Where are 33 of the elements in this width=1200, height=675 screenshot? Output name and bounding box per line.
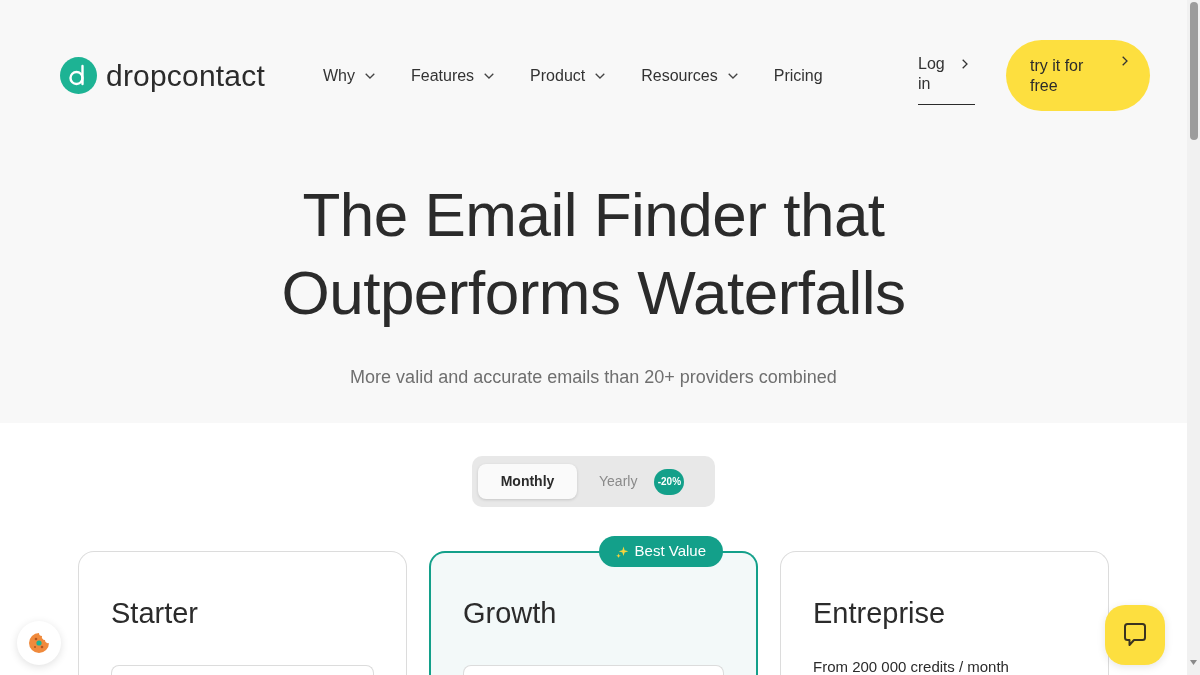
credits-select-field[interactable] <box>111 665 374 675</box>
chevron-down-icon <box>484 72 495 79</box>
credits-select-field[interactable] <box>463 665 724 675</box>
hero-subtitle: More valid and accurate emails than 20+ providers combined <box>349 366 838 389</box>
plan-title: Entreprise <box>813 596 947 630</box>
nav-link[interactable]: Pricing <box>773 63 823 88</box>
cookie-button[interactable] <box>17 621 61 665</box>
scroll-down-arrow-icon[interactable] <box>1190 660 1197 665</box>
scrollbar-thumb[interactable] <box>1189 2 1198 140</box>
sparkle-icon <box>615 545 629 558</box>
plan-credits-text: From 200 000 credits / month <box>813 658 1010 675</box>
logo-text[interactable]: dropcontact <box>106 60 265 91</box>
chevron-right-icon <box>962 59 968 69</box>
speech-bubble-icon <box>1121 621 1149 649</box>
nav-link[interactable]: Product <box>530 63 606 88</box>
login-link[interactable]: Log in <box>918 54 975 105</box>
logo-icon <box>60 57 97 94</box>
nav-link[interactable]: Features <box>410 63 495 88</box>
nav-link[interactable]: Resources <box>641 63 738 88</box>
chevron-down-icon <box>595 72 606 79</box>
chat-button[interactable] <box>1105 605 1165 665</box>
chevron-down-icon <box>364 72 375 79</box>
discount-badge: -20% <box>654 468 685 495</box>
chevron-right-icon <box>1122 56 1128 66</box>
billing-option[interactable]: Monthly <box>478 464 577 499</box>
best-value-badge: Best Value <box>598 536 723 567</box>
cookie-icon <box>28 632 50 654</box>
nav-link[interactable]: Why <box>322 63 375 88</box>
plan-title: Growth <box>463 596 558 630</box>
plan-title: Starter <box>111 596 200 630</box>
try-free-button[interactable]: try it for free <box>1006 40 1150 111</box>
hero-title: The Email Finder that Outperforms Waterfalls <box>280 179 907 329</box>
chevron-down-icon <box>727 72 738 79</box>
